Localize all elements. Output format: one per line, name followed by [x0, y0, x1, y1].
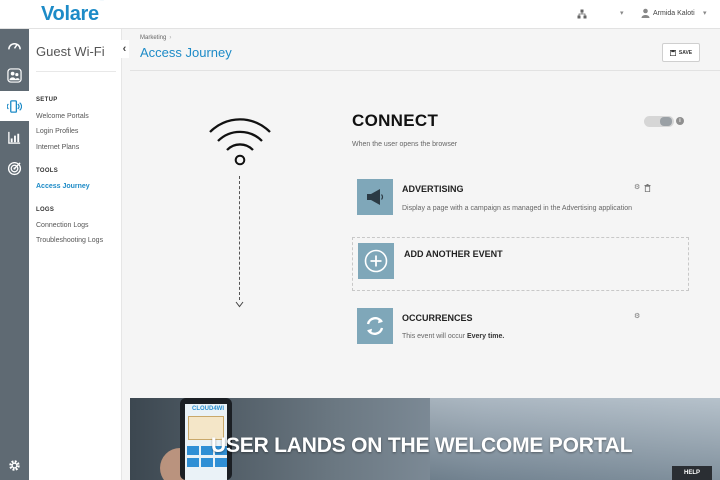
info-icon[interactable]: i: [676, 117, 684, 125]
rail-analytics[interactable]: [0, 122, 29, 152]
collapse-sidebar-chevron-icon[interactable]: ‹: [120, 40, 129, 58]
hierarchy-icon[interactable]: [577, 9, 587, 19]
trademark: ™: [98, 0, 104, 5]
rail-users[interactable]: [0, 60, 29, 90]
page-title: Access Journey: [140, 45, 232, 60]
target-icon: [7, 161, 22, 175]
phone-tile: [201, 458, 213, 467]
add-event-dropzone[interactable]: [352, 237, 689, 291]
breadcrumb: Marketing ›: [140, 35, 171, 41]
banner-title: USER LANDS ON THE WELCOME PORTAL: [211, 434, 633, 457]
stage-subtitle: When the user opens the browser: [352, 141, 458, 148]
rail-guest-wifi[interactable]: [0, 91, 29, 121]
occurrence-frequency[interactable]: Every time.: [467, 333, 504, 340]
sidebar: Guest Wi-Fi SETUP Welcome Portals Login …: [29, 29, 122, 480]
chart-icon: [8, 131, 21, 144]
rail-dashboard[interactable]: [0, 31, 29, 61]
brand-name: Volare: [41, 3, 99, 25]
plus-circle-icon: [364, 249, 388, 273]
user-icon[interactable]: [641, 8, 650, 18]
add-event-label[interactable]: ADD ANOTHER EVENT: [404, 249, 503, 259]
sidebar-item-welcome-portals[interactable]: Welcome Portals: [36, 113, 89, 120]
phone-tile: [187, 446, 199, 455]
sidebar-section-logs: LOGS: [36, 207, 55, 213]
phone-tile: [187, 458, 199, 467]
wifi-signal-icon: [7, 99, 22, 113]
sidebar-section-setup: SETUP: [36, 97, 58, 103]
phone-brand: CLOUD4WI: [192, 406, 224, 412]
trash-icon[interactable]: [644, 184, 651, 192]
settings-gear-icon: [9, 459, 20, 471]
chevron-down-icon: [235, 301, 244, 308]
dashboard-icon: [8, 42, 21, 49]
help-button[interactable]: HELP: [672, 466, 712, 480]
breadcrumb-marketing[interactable]: Marketing: [140, 35, 166, 41]
breadcrumb-separator: ›: [169, 35, 172, 41]
occurrences-event-icon: [357, 308, 393, 344]
stage-toggle[interactable]: [644, 116, 674, 127]
megaphone-icon: [367, 189, 384, 205]
top-bar: Volare™ ▾ Armida Kaloti ▾: [0, 0, 720, 29]
gear-icon[interactable]: ⚙: [634, 183, 640, 191]
advertising-event-icon: [357, 179, 393, 215]
users-icon: [7, 67, 22, 83]
sidebar-item-troubleshooting-logs[interactable]: Troubleshooting Logs: [36, 237, 103, 244]
user-dropdown-chevron-icon[interactable]: ▾: [703, 9, 707, 17]
sidebar-item-login-profiles[interactable]: Login Profiles: [36, 128, 78, 135]
occurrence-prefix: This event will occur: [402, 333, 467, 340]
hierarchy-dropdown-chevron-icon[interactable]: ▾: [620, 9, 624, 17]
rail-settings[interactable]: [0, 450, 29, 480]
save-button[interactable]: SAVE: [662, 43, 700, 62]
sidebar-item-access-journey[interactable]: Access Journey: [36, 183, 90, 190]
event-title-occurrences: OCCURRENCES: [402, 313, 473, 323]
save-button-label: SAVE: [678, 49, 693, 56]
header-divider: [130, 70, 720, 71]
event-description-occurrences: This event will occur Every time.: [402, 333, 504, 340]
stage-title: CONNECT: [352, 111, 439, 130]
wifi-icon: [209, 118, 271, 166]
sidebar-title: Guest Wi-Fi: [36, 44, 105, 59]
icon-rail: [0, 29, 29, 480]
volare-logo[interactable]: Volare™: [41, 0, 104, 26]
save-disk-icon: [669, 49, 676, 56]
sidebar-item-internet-plans[interactable]: Internet Plans: [36, 144, 79, 151]
phone-tile: [215, 458, 227, 467]
journey-connector: [239, 176, 240, 300]
sidebar-section-tools: TOOLS: [36, 168, 59, 174]
user-name[interactable]: Armida Kaloti: [653, 10, 695, 17]
rail-marketing[interactable]: [0, 153, 29, 183]
add-event-button[interactable]: [358, 243, 394, 279]
sidebar-item-connection-logs[interactable]: Connection Logs: [36, 222, 89, 229]
gear-icon[interactable]: ⚙: [634, 312, 640, 320]
refresh-icon: [366, 317, 384, 335]
sidebar-divider: [36, 71, 116, 72]
event-title-advertising: ADVERTISING: [402, 184, 464, 194]
event-description-advertising: Display a page with a campaign as manage…: [402, 205, 632, 212]
